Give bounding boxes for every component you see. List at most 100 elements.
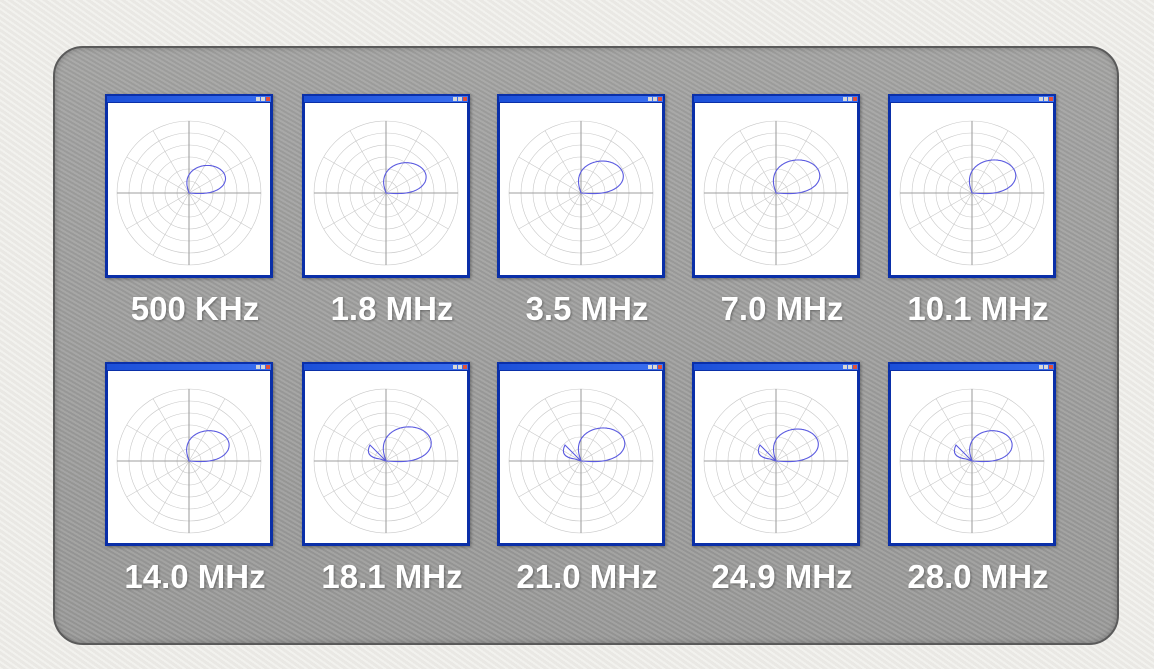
window-min-icon [1039,97,1043,101]
grid-spoke [971,130,1009,194]
grid-spoke [152,460,190,524]
polar-plot [508,388,654,534]
grid-spoke [323,460,387,498]
grid-spoke [188,398,226,462]
grid-spoke [152,192,190,256]
frequency-label: 10.1 MHz [907,290,1049,327]
window-max-icon [458,97,462,101]
grid-spoke [775,460,839,498]
grid-spoke [385,156,449,194]
grid-spoke [323,424,387,462]
plot-area [500,371,662,543]
window-titlebar [304,364,468,370]
grid-spoke [935,130,973,194]
grid-spoke [580,192,644,230]
grid-spoke [126,460,190,498]
grid-spoke [544,192,582,256]
grid-spoke [385,192,423,256]
grid-spoke [971,424,1035,462]
grid-spoke [126,156,190,194]
grid-spoke [971,460,1035,498]
window-close-icon [463,365,467,369]
window-titlebar [890,96,1054,102]
window-max-icon [1044,97,1048,101]
grid-spoke [152,398,190,462]
grid-spoke [739,192,777,256]
window-titlebar [694,96,858,102]
window-max-icon [848,97,852,101]
radiation-pattern-curve [772,159,821,195]
grid-spoke [323,192,387,230]
window-max-icon [848,365,852,369]
window-close-icon [853,365,857,369]
grid-spoke [349,460,387,524]
window-min-icon [256,365,260,369]
radiation-pattern-curve [968,159,1017,195]
grid-spoke [518,156,582,194]
grid-spoke [713,156,777,194]
grid-spoke [385,130,423,194]
polar-plot [313,120,459,266]
window-max-icon [653,365,657,369]
window-close-icon [1049,365,1053,369]
window-close-icon [266,97,270,101]
window-min-icon [843,365,847,369]
window-min-icon [453,97,457,101]
plot-window-thumbnail [497,362,665,546]
grid-spoke [349,192,387,256]
frequency-label: 3.5 MHz [525,290,649,327]
grid-spoke [188,192,226,256]
grid-spoke [775,130,813,194]
frequency-label: 500 KHz [130,290,260,327]
grid-spoke [580,460,618,524]
plot-area [108,371,270,543]
frequency-label: 14.0 MHz [124,558,266,595]
window-min-icon [256,97,260,101]
grid-spoke [909,156,973,194]
grid-spoke [909,460,973,498]
grid-spoke [775,398,813,462]
grid-spoke [349,130,387,194]
plot-window-thumbnail [497,94,665,278]
grid-spoke [544,460,582,524]
grid-spoke [739,130,777,194]
grid-spoke [775,192,839,230]
window-titlebar [107,96,271,102]
window-close-icon [853,97,857,101]
plot-window-thumbnail [692,94,860,278]
frequency-label: 28.0 MHz [907,558,1049,595]
grid-spoke [935,460,973,524]
grid-spoke [971,192,1035,230]
window-max-icon [261,365,265,369]
grid-spoke [152,130,190,194]
plot-window-thumbnail [105,94,273,278]
grid-spoke [188,130,226,194]
window-min-icon [843,97,847,101]
grid-spoke [935,192,973,256]
grid-spoke [188,460,226,524]
polar-plot [116,120,262,266]
grid-spoke [580,192,618,256]
grid-spoke [385,192,449,230]
window-close-icon [658,365,662,369]
window-min-icon [1039,365,1043,369]
window-max-icon [261,97,265,101]
grid-spoke [518,424,582,462]
grid-spoke [739,460,777,524]
window-max-icon [458,365,462,369]
grid-spoke [775,192,813,256]
grid-spoke [126,424,190,462]
plot-window-thumbnail [888,94,1056,278]
grid-spoke [188,192,252,230]
polar-plot [703,120,849,266]
plot-window-thumbnail [105,362,273,546]
grid-spoke [713,460,777,498]
polar-plot [116,388,262,534]
polar-plot [313,388,459,534]
grid-spoke [544,130,582,194]
polar-plot [899,120,1045,266]
radiation-pattern-curve [562,427,626,463]
grid-spoke [971,192,1009,256]
window-close-icon [266,365,270,369]
grid-spoke [713,192,777,230]
